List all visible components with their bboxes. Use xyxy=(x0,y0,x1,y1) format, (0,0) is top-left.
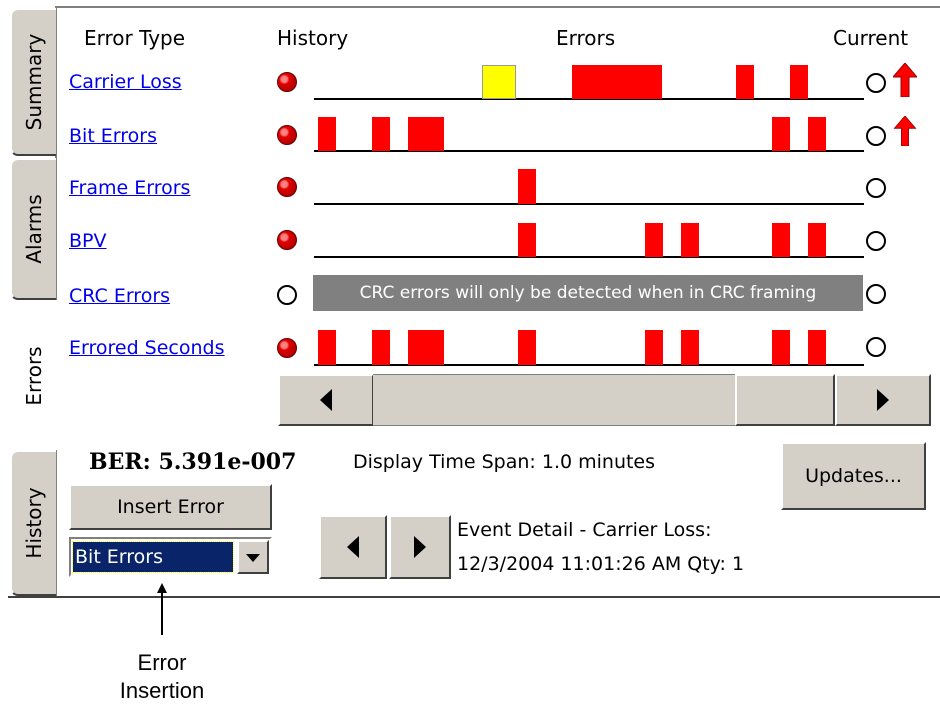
panel-border-bottom xyxy=(8,596,940,598)
error-event-bar[interactable] xyxy=(518,223,536,257)
error-event-bar[interactable] xyxy=(572,65,662,99)
event-detail-line2: 12/3/2004 11:01:26 AM Qty: 1 xyxy=(457,553,745,575)
header-history: History xyxy=(277,26,349,50)
display-time-span: Display Time Span: 1.0 minutes xyxy=(353,451,656,473)
error-event-bar[interactable] xyxy=(772,330,790,365)
ber-value: 5.391e-007 xyxy=(158,449,297,475)
tab-errors-label: Errors xyxy=(22,346,46,406)
error-event-bar[interactable] xyxy=(372,330,390,365)
history-alarm-led-icon xyxy=(277,230,297,250)
scrollbar-track[interactable] xyxy=(373,374,735,426)
tab-alarms-label: Alarms xyxy=(22,194,46,264)
error-event-bar[interactable] xyxy=(645,330,663,365)
tab-errors[interactable]: Errors xyxy=(8,300,58,450)
error-event-bar[interactable] xyxy=(482,65,516,99)
callout-label-line1: Error xyxy=(137,650,187,675)
error-event-bar[interactable] xyxy=(772,117,790,151)
triangle-left-icon xyxy=(320,389,332,411)
tab-summary-label: Summary xyxy=(22,33,46,131)
scrollbar-thumb[interactable] xyxy=(735,374,835,426)
header-current: Current xyxy=(833,26,909,50)
tab-history-label: History xyxy=(22,487,46,559)
error-event-bar[interactable] xyxy=(681,223,699,257)
row-label-frame-errors[interactable]: Frame Errors xyxy=(69,177,190,199)
scroll-left-button[interactable] xyxy=(278,374,374,426)
error-event-bar[interactable] xyxy=(518,330,536,365)
callout-label-line2: Insertion xyxy=(119,678,205,703)
error-type-select-value: Bit Errors xyxy=(72,541,234,573)
triangle-right-icon xyxy=(414,536,426,558)
current-status-led-icon xyxy=(866,126,886,146)
history-alarm-led-icon xyxy=(277,338,297,358)
panel-border-top xyxy=(55,6,940,8)
tab-alarms[interactable]: Alarms xyxy=(10,158,56,300)
error-event-bar[interactable] xyxy=(518,169,536,204)
ber-readout: BER: 5.391e-007 xyxy=(89,449,296,475)
error-type-select[interactable]: Bit Errors xyxy=(69,537,272,577)
current-status-led-icon xyxy=(866,178,886,198)
error-event-bar[interactable] xyxy=(681,330,699,365)
history-alarm-led-icon xyxy=(277,72,297,92)
updates-button[interactable]: Updates... xyxy=(781,442,926,510)
error-event-bar[interactable] xyxy=(318,330,336,365)
history-alarm-led-icon xyxy=(277,125,297,145)
row-label-crc-errors[interactable]: CRC Errors xyxy=(69,285,170,307)
row-label-errored-seconds[interactable]: Errored Seconds xyxy=(69,337,225,359)
row-label-bpv[interactable]: BPV xyxy=(69,230,107,252)
row-label-bit-errors[interactable]: Bit Errors xyxy=(69,125,157,147)
header-error-type: Error Type xyxy=(84,26,186,50)
error-event-bar[interactable] xyxy=(808,330,826,365)
scroll-right-button[interactable] xyxy=(835,374,931,426)
error-event-bar[interactable] xyxy=(318,117,336,151)
error-event-bar[interactable] xyxy=(408,330,444,365)
tab-summary[interactable]: Summary xyxy=(10,8,56,156)
history-clear-led-icon xyxy=(277,285,297,305)
error-event-bar[interactable] xyxy=(372,117,390,151)
timeline-track xyxy=(314,203,864,205)
crc-framing-note: CRC errors will only be detected when in… xyxy=(313,275,863,311)
error-event-bar[interactable] xyxy=(408,117,444,151)
error-event-bar[interactable] xyxy=(808,223,826,257)
error-event-bar[interactable] xyxy=(645,223,663,257)
error-event-bar[interactable] xyxy=(808,117,826,151)
ber-label: BER: xyxy=(89,449,151,475)
event-prev-button[interactable] xyxy=(319,515,387,579)
current-status-led-icon xyxy=(866,284,886,304)
header-errors: Errors xyxy=(556,26,616,50)
event-detail-line1: Event Detail - Carrier Loss: xyxy=(457,519,712,541)
arrow-up-icon xyxy=(893,63,917,97)
history-alarm-led-icon xyxy=(277,177,297,197)
event-next-button[interactable] xyxy=(389,515,451,579)
error-event-bar[interactable] xyxy=(772,223,790,257)
triangle-left-icon xyxy=(347,536,359,558)
callout-arrow-icon xyxy=(157,583,167,635)
error-event-bar[interactable] xyxy=(790,65,808,99)
tab-history[interactable]: History xyxy=(10,450,56,596)
chevron-down-icon xyxy=(246,554,260,562)
row-label-carrier-loss[interactable]: Carrier Loss xyxy=(69,71,182,93)
dropdown-button[interactable] xyxy=(237,540,269,574)
insert-error-button[interactable]: Insert Error xyxy=(69,484,272,530)
current-status-led-icon xyxy=(866,231,886,251)
triangle-right-icon xyxy=(877,389,889,411)
current-status-led-icon xyxy=(866,337,886,357)
error-event-bar[interactable] xyxy=(736,65,754,99)
current-status-led-icon xyxy=(866,73,886,93)
arrow-up-icon xyxy=(893,116,917,146)
